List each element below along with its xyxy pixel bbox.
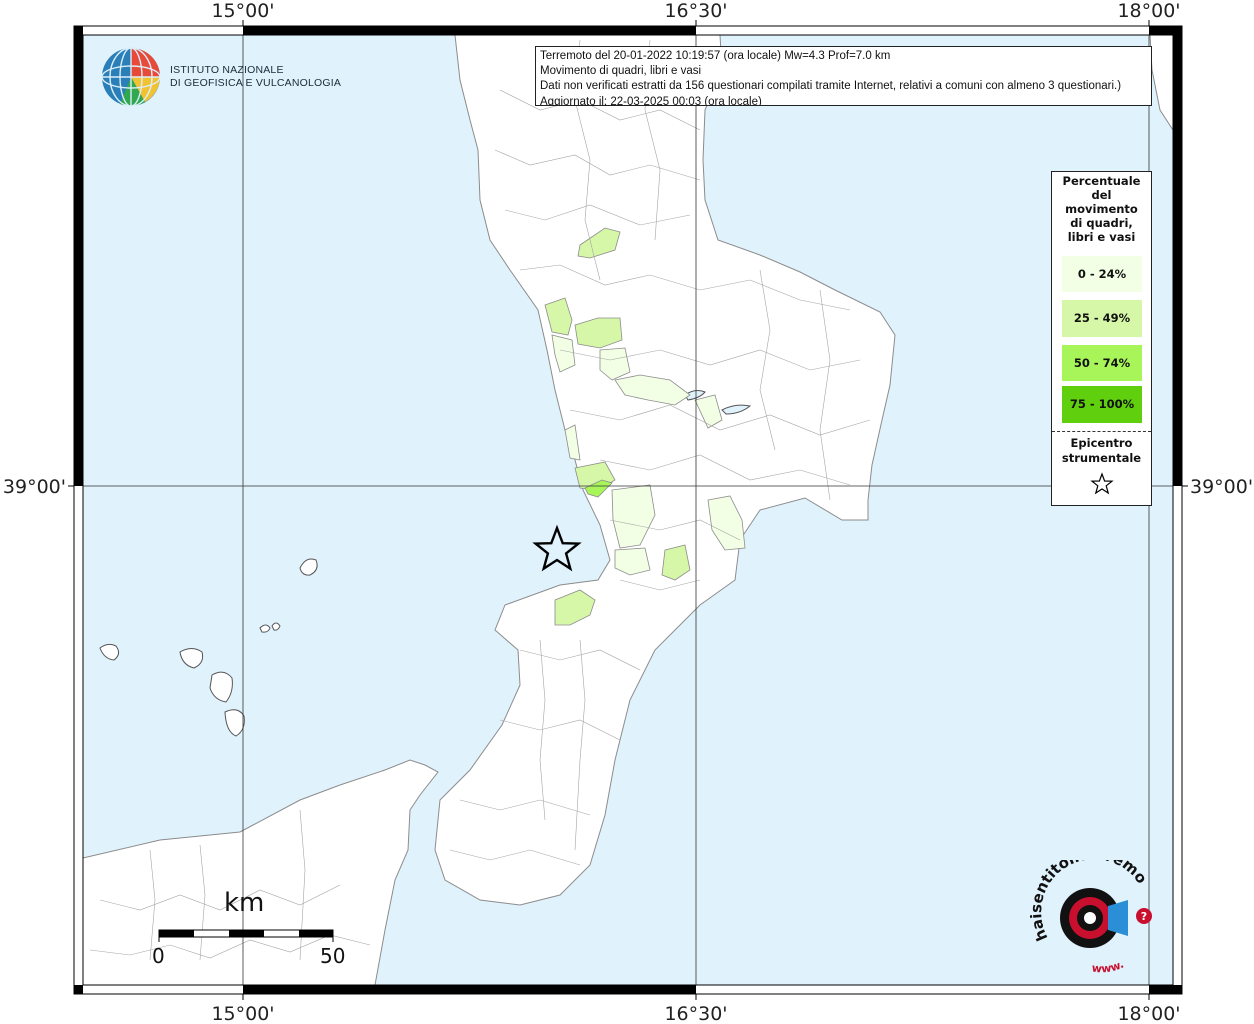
haisentito-logo-www: www. xyxy=(1091,958,1126,976)
legend-class-swatch: 0 - 24% xyxy=(1062,256,1142,292)
ingv-name-line: DI GEOFISICA E VULCANOLOGIA xyxy=(170,77,342,89)
legend: Percentuale del movimento di quadri, lib… xyxy=(1051,171,1152,506)
event-info-box: Terremoto del 20-01-2022 10:19:57 (ora l… xyxy=(535,46,1152,106)
svg-text:?: ? xyxy=(1141,910,1147,923)
axis-label-top-1: 15°00' xyxy=(211,0,274,22)
haisentito-logo-graphic: haisentitoilterremoto.it www. ? xyxy=(1025,845,1152,976)
scale-title: km xyxy=(224,888,265,918)
legend-title-line: libri e vasi xyxy=(1067,230,1136,244)
event-title: Terremoto del 20-01-2022 10:19:57 (ora l… xyxy=(540,50,891,62)
ingv-name-line: ISTITUTO NAZIONALE xyxy=(170,64,284,76)
axis-label-bottom-2: 16°30' xyxy=(664,1003,727,1024)
axis-label-top-3: 18°00' xyxy=(1117,0,1180,22)
axis-label-bottom-3: 18°00' xyxy=(1117,1003,1180,1024)
star-icon xyxy=(1090,472,1114,495)
ingv-name: ISTITUTO NAZIONALE DI GEOFISICA E VULCAN… xyxy=(170,64,341,90)
legend-title-line: movimento xyxy=(1065,202,1138,216)
haisentito-logo[interactable]: haisentitoilterremoto.it www. ? xyxy=(1025,845,1160,980)
legend-class-swatch: 50 - 74% xyxy=(1062,345,1142,381)
scale-max-label: 50 xyxy=(320,944,346,968)
legend-class-swatch: 25 - 49% xyxy=(1062,300,1142,337)
axis-label-bottom-1: 15°00' xyxy=(211,1003,274,1024)
legend-title-line: di quadri, xyxy=(1070,216,1133,230)
legend-epicenter-line: strumentale xyxy=(1061,451,1142,465)
axis-label-left: 39°00' xyxy=(3,476,66,498)
legend-epicenter-label: Epicentro strumentale xyxy=(1052,436,1151,466)
scale-min-label: 0 xyxy=(152,944,165,968)
legend-title: Percentuale del movimento di quadri, lib… xyxy=(1052,172,1151,244)
legend-epicenter-line: Epicentro xyxy=(1070,436,1133,450)
legend-separator xyxy=(1052,431,1151,432)
globe-icon xyxy=(101,47,161,107)
axis-label-right: 39°00' xyxy=(1190,476,1253,498)
update-time: Aggiornato il: 22-03-2025 00:03 (ora loc… xyxy=(540,95,762,106)
legend-title-line: Percentuale xyxy=(1062,174,1141,188)
legend-class-swatch: 75 - 100% xyxy=(1062,386,1142,423)
axis-label-top-2: 16°30' xyxy=(664,0,727,22)
data-note: Dati non verificati estratti da 156 ques… xyxy=(540,80,1122,93)
map-subject: Movimento di quadri, libri e vasi xyxy=(540,65,702,78)
legend-title-line: del xyxy=(1091,188,1112,202)
